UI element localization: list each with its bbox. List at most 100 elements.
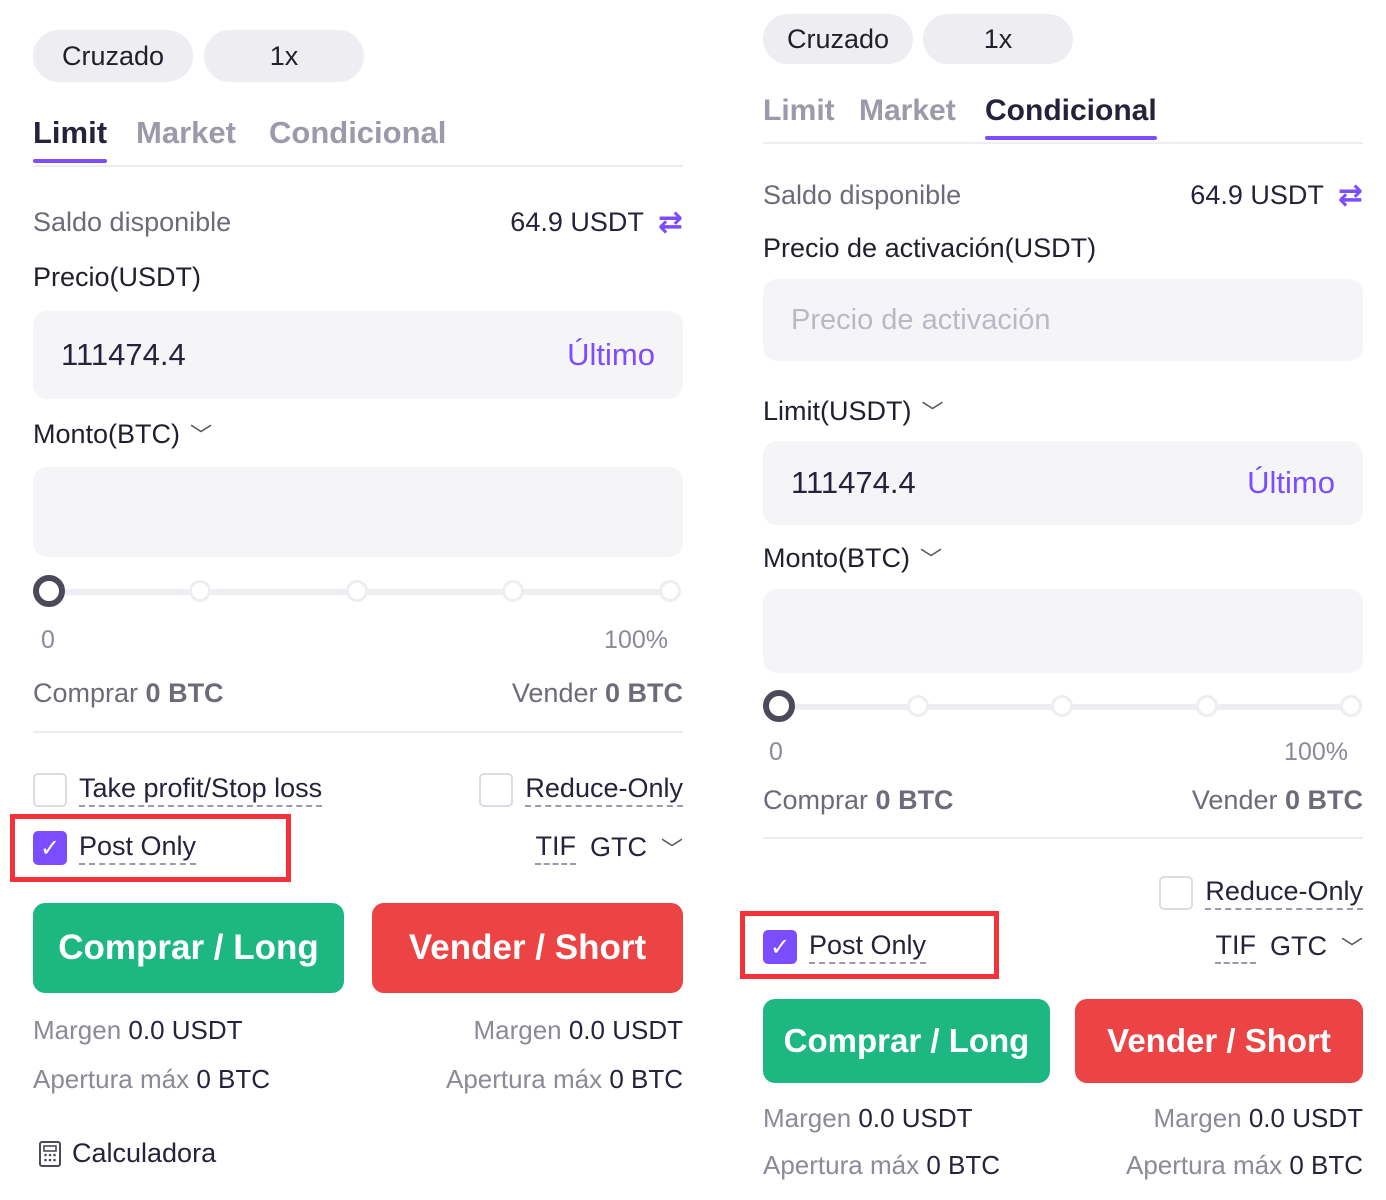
checkbox-box[interactable] — [1159, 876, 1194, 910]
sell-short-button[interactable]: Vender / Short — [372, 903, 683, 993]
calculator-button[interactable]: Calculadora — [38, 1138, 216, 1169]
sell-amount: Vender 0 BTC — [511, 677, 683, 708]
slider-step-50[interactable] — [1051, 695, 1073, 717]
price-value[interactable]: 111474.4 — [61, 337, 186, 373]
action-buttons: Comprar / Long Vender / Short — [763, 999, 1363, 1083]
slider-step-25[interactable] — [907, 695, 929, 717]
trigger-price-placeholder[interactable]: Precio de activación — [791, 304, 1051, 337]
buy-max-open: Apertura máx 0 BTC — [763, 1149, 1000, 1180]
balance-value: 64.9 USDT — [1190, 179, 1324, 210]
tif-value[interactable]: GTC — [1270, 931, 1327, 962]
buy-max-open: Apertura máx 0 BTC — [33, 1063, 270, 1094]
sell-margin: Margen 0.0 USDT — [1153, 1102, 1363, 1133]
tif-value[interactable]: GTC — [590, 832, 647, 863]
sell-max-open: Apertura máx 0 BTC — [1126, 1149, 1363, 1180]
options-row-1: Reduce-Only — [763, 873, 1363, 913]
buy-margin: Margen 0.0 USDT — [33, 1014, 243, 1045]
amount-slider[interactable] — [763, 690, 1363, 724]
tab-limit[interactable]: Limit — [33, 115, 108, 163]
margin-mode-button[interactable]: Cruzado — [33, 30, 193, 82]
transfer-icon[interactable]: ⇄ — [1338, 178, 1363, 213]
chevron-down-icon: ﹀ — [190, 423, 213, 448]
tif-label[interactable]: TIF — [535, 831, 576, 865]
latest-price-button[interactable]: Último — [1247, 465, 1335, 501]
divider — [763, 837, 1363, 839]
tab-market[interactable]: Market — [859, 94, 956, 138]
balance-label: Saldo disponible — [763, 179, 962, 210]
tab-condicional[interactable]: Condicional — [269, 115, 446, 161]
slider-scale: 0 100% — [33, 626, 683, 655]
slider-step-50[interactable] — [346, 580, 368, 602]
reduce-only-label[interactable]: Reduce-Only — [1205, 876, 1363, 910]
sell-margin: Margen 0.0 USDT — [473, 1014, 683, 1045]
balance-row: Saldo disponible 64.9 USDT ⇄ — [763, 176, 1363, 214]
order-type-tabs: Limit Market Condicional — [763, 94, 1363, 144]
slider-scale: 0 100% — [763, 738, 1363, 767]
sell-short-button[interactable]: Vender / Short — [1075, 999, 1363, 1083]
checkbox-box[interactable] — [479, 773, 514, 807]
buy-long-button[interactable]: Comprar / Long — [33, 903, 344, 993]
slider-max-label: 100% — [604, 626, 668, 654]
latest-price-button[interactable]: Último — [567, 337, 655, 373]
tpsl-label[interactable]: Take profit/Stop loss — [79, 773, 323, 807]
calculator-label[interactable]: Calculadora — [72, 1138, 216, 1169]
leverage-button[interactable]: 1x — [923, 14, 1073, 64]
slider-min-label: 0 — [769, 738, 783, 766]
amount-input[interactable] — [763, 589, 1363, 673]
slider-step-25[interactable] — [189, 580, 211, 602]
calculator-icon — [39, 1140, 61, 1167]
highlight-box — [740, 911, 999, 979]
limit-price-type-select[interactable]: Limit(USDT) ﹀ — [763, 395, 944, 427]
transfer-icon[interactable]: ⇄ — [658, 205, 683, 240]
tpsl-checkbox[interactable]: Take profit/Stop loss — [33, 773, 323, 807]
slider-handle[interactable] — [33, 575, 65, 607]
chevron-down-icon: ﹀ — [1340, 935, 1363, 961]
price-input[interactable]: 111474.4 Último — [33, 311, 683, 399]
buy-margin: Margen 0.0 USDT — [763, 1102, 973, 1133]
max-open-row: Apertura máx 0 BTC Apertura máx 0 BTC — [763, 1147, 1363, 1183]
limit-price-value[interactable]: 111474.4 — [791, 465, 916, 501]
slider-step-100[interactable] — [659, 580, 681, 602]
amount-input[interactable] — [33, 467, 683, 557]
reduce-only-label[interactable]: Reduce-Only — [525, 773, 683, 807]
buy-long-button[interactable]: Comprar / Long — [763, 999, 1050, 1083]
amount-unit-select[interactable]: Monto(BTC) ﹀ — [763, 542, 942, 574]
tif-select[interactable]: TIF GTC ﹀ — [535, 831, 683, 865]
tab-condicional[interactable]: Condicional — [985, 94, 1157, 140]
chevron-down-icon: ﹀ — [660, 836, 683, 862]
buy-sell-amounts: Comprar 0 BTC Vender 0 BTC — [763, 782, 1363, 818]
highlight-box — [10, 814, 291, 882]
slider-max-label: 100% — [1284, 738, 1348, 766]
limit-price-input[interactable]: 111474.4 Último — [763, 441, 1363, 525]
slider-handle[interactable] — [763, 690, 795, 722]
trigger-price-input[interactable]: Precio de activación — [763, 279, 1363, 361]
sell-amount: Vender 0 BTC — [1191, 784, 1363, 815]
margin-mode-button[interactable]: Cruzado — [763, 14, 913, 64]
balance-row: Saldo disponible 64.9 USDT ⇄ — [33, 203, 683, 241]
tab-limit[interactable]: Limit — [763, 94, 835, 138]
buy-sell-amounts: Comprar 0 BTC Vender 0 BTC — [33, 674, 683, 712]
balance-value: 64.9 USDT — [510, 206, 644, 237]
reduce-only-checkbox[interactable]: Reduce-Only — [479, 773, 683, 807]
slider-step-100[interactable] — [1340, 695, 1362, 717]
tab-market[interactable]: Market — [136, 115, 236, 161]
divider — [33, 731, 683, 733]
slider-step-75[interactable] — [1196, 695, 1218, 717]
price-label: Precio(USDT) — [33, 262, 202, 292]
amount-unit-select[interactable]: Monto(BTC) ﹀ — [33, 418, 212, 450]
slider-min-label: 0 — [41, 626, 55, 654]
slider-step-75[interactable] — [502, 580, 524, 602]
tif-select[interactable]: TIF GTC ﹀ — [1215, 930, 1363, 964]
order-type-tabs: Limit Market Condicional — [33, 115, 683, 167]
tif-label[interactable]: TIF — [1215, 930, 1256, 964]
checkbox-box[interactable] — [33, 773, 67, 807]
leverage-button[interactable]: 1x — [204, 30, 364, 82]
action-buttons: Comprar / Long Vender / Short — [33, 903, 683, 993]
options-row-1: Take profit/Stop loss Reduce-Only — [33, 770, 683, 810]
reduce-only-checkbox[interactable]: Reduce-Only — [1159, 876, 1363, 910]
balance-label: Saldo disponible — [33, 206, 232, 237]
amount-slider[interactable] — [33, 575, 683, 609]
buy-amount: Comprar 0 BTC — [763, 784, 954, 815]
trigger-price-label: Precio de activación(USDT) — [763, 233, 1097, 263]
chevron-down-icon: ﹀ — [921, 400, 944, 425]
